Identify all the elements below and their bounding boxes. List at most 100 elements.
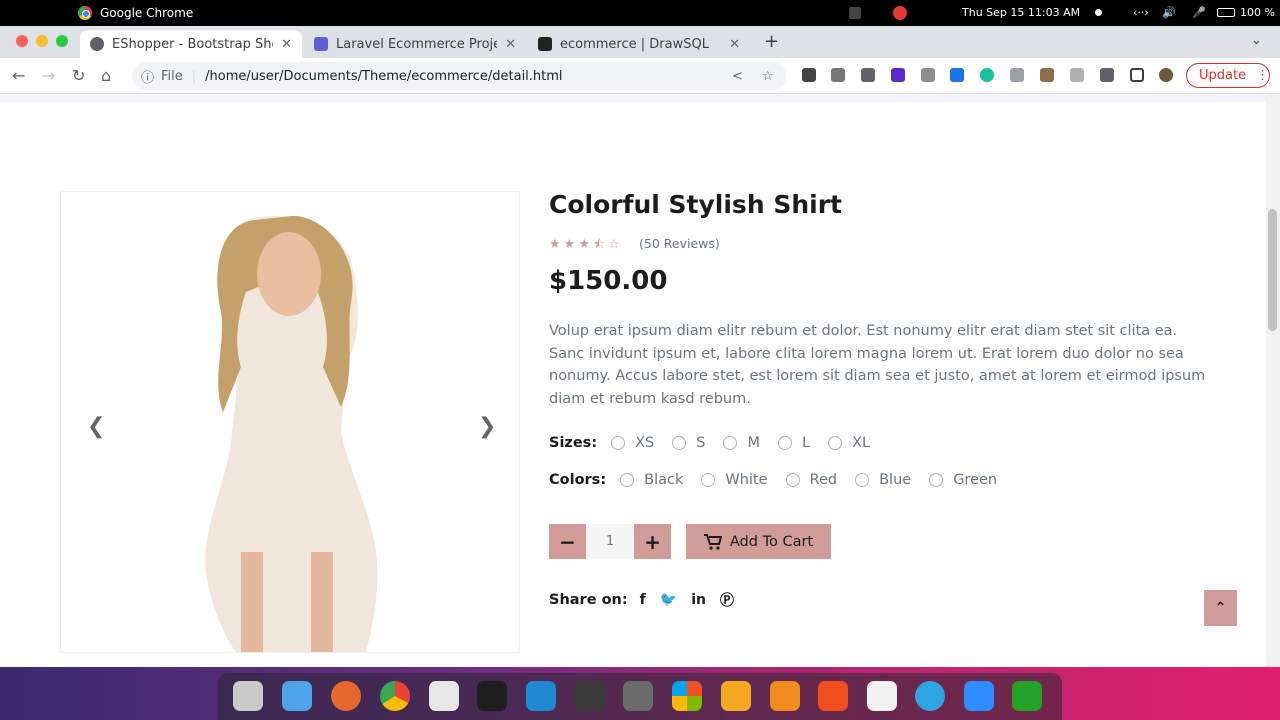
extension-pen-icon[interactable] bbox=[802, 68, 816, 82]
windows-app-icon[interactable] bbox=[672, 681, 702, 711]
bookmark-star-icon[interactable]: ☆ bbox=[762, 69, 774, 84]
back-button[interactable]: ← bbox=[12, 66, 25, 85]
inkscape-icon[interactable] bbox=[867, 681, 897, 711]
chrome-dock-icon[interactable] bbox=[380, 681, 410, 711]
linkedin-icon[interactable]: in bbox=[691, 592, 706, 608]
tab-laravel[interactable]: Laravel Ecommerce Proje ✕ bbox=[304, 30, 526, 58]
info-icon[interactable]: ⓘ bbox=[141, 67, 154, 86]
twitter-icon[interactable]: 🐦 bbox=[660, 592, 677, 608]
back-to-top-button[interactable]: ⌃ bbox=[1204, 590, 1237, 626]
kebab-menu-icon[interactable]: ⋮ bbox=[1256, 68, 1269, 83]
radio-button[interactable] bbox=[929, 473, 944, 487]
extension-cup-icon[interactable] bbox=[861, 68, 875, 82]
decrease-quantity-button[interactable]: − bbox=[549, 524, 586, 559]
grammarly-icon[interactable] bbox=[980, 68, 994, 82]
vue-devtools-icon[interactable] bbox=[1010, 68, 1024, 82]
vscode-icon[interactable] bbox=[526, 681, 556, 711]
close-window-button[interactable] bbox=[16, 35, 28, 47]
page-scrollbar[interactable] bbox=[1266, 94, 1280, 667]
text-editor-icon[interactable] bbox=[429, 681, 459, 711]
color-option-red[interactable]: Red bbox=[785, 472, 837, 488]
increase-quantity-button[interactable]: + bbox=[634, 524, 671, 559]
document-icon bbox=[314, 37, 328, 51]
os-menu-bar: Google Chrome Thu Sep 15 11:03 AM ‹··› 🔊… bbox=[0, 0, 1280, 26]
radio-button[interactable] bbox=[778, 436, 792, 450]
extension-owl-icon[interactable] bbox=[1040, 68, 1054, 82]
launchpad-icon[interactable] bbox=[233, 681, 263, 711]
share-label: Share on: bbox=[549, 592, 628, 608]
product-carousel: ❮ ❯ bbox=[60, 191, 520, 653]
color-option-blue[interactable]: Blue bbox=[855, 472, 911, 488]
size-options: Sizes: XS S M L XL bbox=[549, 435, 888, 451]
system-clock[interactable]: Thu Sep 15 11:03 AM bbox=[962, 6, 1080, 19]
address-bar[interactable]: ⓘ File | /home/user/Documents/Theme/ecom… bbox=[132, 62, 786, 90]
extension-image-icon[interactable] bbox=[1070, 68, 1084, 82]
add-to-cart-button[interactable]: Add To Cart bbox=[686, 524, 831, 559]
radio-button[interactable] bbox=[620, 473, 635, 487]
active-app[interactable]: Google Chrome bbox=[78, 6, 193, 20]
jetbrains-icon[interactable] bbox=[721, 681, 751, 711]
carousel-next-chevron-icon[interactable]: ❯ bbox=[478, 414, 496, 439]
color-option-black[interactable]: Black bbox=[620, 472, 683, 488]
pinterest-icon[interactable]: Ⓟ bbox=[720, 590, 734, 610]
extension-hex-icon[interactable] bbox=[891, 68, 905, 82]
page-scrollbar-thumb[interactable] bbox=[1268, 209, 1277, 331]
radio-button[interactable] bbox=[828, 436, 843, 450]
tab-search-chevron-icon[interactable]: ⌄ bbox=[1251, 33, 1262, 48]
pencil-app-icon[interactable] bbox=[818, 681, 848, 711]
telegram-icon[interactable] bbox=[915, 681, 945, 711]
profile-avatar[interactable] bbox=[1159, 68, 1173, 82]
microphone-icon[interactable]: 🎤 bbox=[1192, 6, 1206, 19]
color-option-white[interactable]: White bbox=[701, 472, 768, 488]
forward-button[interactable]: → bbox=[42, 66, 55, 85]
network-icon[interactable]: ‹··› bbox=[1133, 6, 1149, 19]
alert-icon[interactable] bbox=[893, 6, 907, 20]
zoom-icon[interactable] bbox=[964, 681, 994, 711]
side-panel-icon[interactable] bbox=[1130, 68, 1144, 82]
size-option-s[interactable]: S bbox=[672, 435, 705, 451]
close-tab-icon[interactable]: ✕ bbox=[729, 37, 740, 52]
home-button[interactable]: ⌂ bbox=[101, 66, 111, 85]
reload-button[interactable]: ↻ bbox=[72, 66, 85, 85]
url-text[interactable]: /home/user/Documents/Theme/ecommerce/det… bbox=[205, 69, 562, 84]
close-tab-icon[interactable]: ✕ bbox=[281, 37, 292, 52]
size-option-l[interactable]: L bbox=[778, 435, 810, 451]
radio-button[interactable] bbox=[672, 436, 687, 450]
finder-icon[interactable] bbox=[282, 681, 312, 711]
carousel-prev-chevron-icon[interactable]: ❮ bbox=[87, 414, 105, 439]
radio-button[interactable] bbox=[701, 473, 716, 487]
size-option-xl[interactable]: XL bbox=[828, 435, 870, 451]
tray-app-icon[interactable] bbox=[849, 7, 861, 19]
battery-icon[interactable] bbox=[1217, 8, 1235, 17]
minimize-window-button[interactable] bbox=[36, 35, 48, 47]
share-icon[interactable]: < bbox=[732, 69, 743, 84]
close-tab-icon[interactable]: ✕ bbox=[505, 37, 516, 52]
volume-icon[interactable]: 🔊 bbox=[1162, 6, 1176, 19]
tab-eshopper[interactable]: EShopper - Bootstrap Sho ✕ bbox=[80, 30, 302, 58]
tab-drawsql[interactable]: ecommerce | DrawSQL ✕ bbox=[528, 30, 750, 58]
radio-button[interactable] bbox=[611, 436, 626, 450]
extensions-puzzle-icon[interactable] bbox=[1100, 68, 1114, 82]
system-monitor-icon[interactable] bbox=[1012, 681, 1042, 711]
quantity-input[interactable]: 1 bbox=[586, 524, 634, 559]
extension-code-icon[interactable] bbox=[921, 68, 935, 82]
maximize-window-button[interactable] bbox=[56, 35, 68, 47]
terminal-icon[interactable] bbox=[477, 681, 507, 711]
radio-button[interactable] bbox=[785, 473, 800, 487]
sublime-text-icon[interactable] bbox=[575, 681, 605, 711]
git-icon[interactable] bbox=[623, 681, 653, 711]
camera-icon[interactable] bbox=[831, 68, 845, 82]
extension-font-icon[interactable] bbox=[950, 68, 964, 82]
brave-icon[interactable] bbox=[770, 681, 800, 711]
firefox-icon[interactable] bbox=[331, 681, 361, 711]
facebook-icon[interactable]: f bbox=[640, 592, 646, 608]
update-button-label: Update bbox=[1199, 68, 1247, 83]
radio-button[interactable] bbox=[723, 436, 738, 450]
color-label: Green bbox=[953, 472, 998, 488]
new-tab-button[interactable]: + bbox=[764, 31, 779, 52]
radio-button[interactable] bbox=[855, 473, 870, 487]
size-option-m[interactable]: M bbox=[723, 435, 760, 451]
size-option-xs[interactable]: XS bbox=[611, 435, 654, 451]
update-button[interactable]: Update ⋮ bbox=[1186, 63, 1270, 88]
color-option-green[interactable]: Green bbox=[929, 472, 997, 488]
